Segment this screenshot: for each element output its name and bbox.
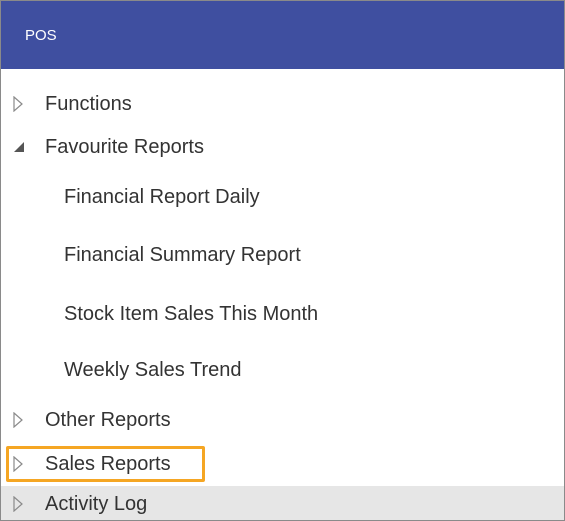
tree-item-label: Other Reports	[45, 408, 171, 431]
tree-item-favourite-reports[interactable]: Favourite Reports	[1, 128, 564, 166]
tree-item-label: Financial Summary Report	[64, 243, 301, 266]
chevron-right-outline-icon	[13, 96, 45, 112]
chevron-right-outline-icon	[13, 496, 45, 512]
triangle-expanded-icon	[13, 141, 45, 153]
tree-item-label: Activity Log	[45, 492, 148, 515]
panel-header: POS	[1, 1, 564, 69]
tree-item-label: Financial Report Daily	[64, 185, 260, 208]
tree-item-functions[interactable]: Functions	[1, 85, 564, 123]
tree-item-label: Weekly Sales Trend	[64, 358, 242, 381]
tree-item-financial-report-daily[interactable]: Financial Report Daily	[1, 178, 564, 216]
tree-item-financial-summary-report[interactable]: Financial Summary Report	[1, 236, 564, 274]
pos-navigation-panel: POS Functions Favourite Reports Financia…	[0, 0, 565, 521]
tree-item-weekly-sales-trend[interactable]: Weekly Sales Trend	[1, 351, 564, 389]
tree-item-other-reports[interactable]: Other Reports	[1, 401, 564, 439]
tree-item-label: Favourite Reports	[45, 135, 204, 158]
panel-title: POS	[25, 26, 57, 44]
sales-reports-highlight-box	[6, 446, 205, 482]
chevron-right-outline-icon	[13, 412, 45, 428]
tree-item-label: Stock Item Sales This Month	[64, 302, 319, 325]
tree-item-activity-log[interactable]: Activity Log	[1, 486, 564, 520]
tree-item-stock-item-sales-this-month[interactable]: Stock Item Sales This Month	[1, 295, 564, 333]
tree-item-label: Functions	[45, 92, 132, 115]
